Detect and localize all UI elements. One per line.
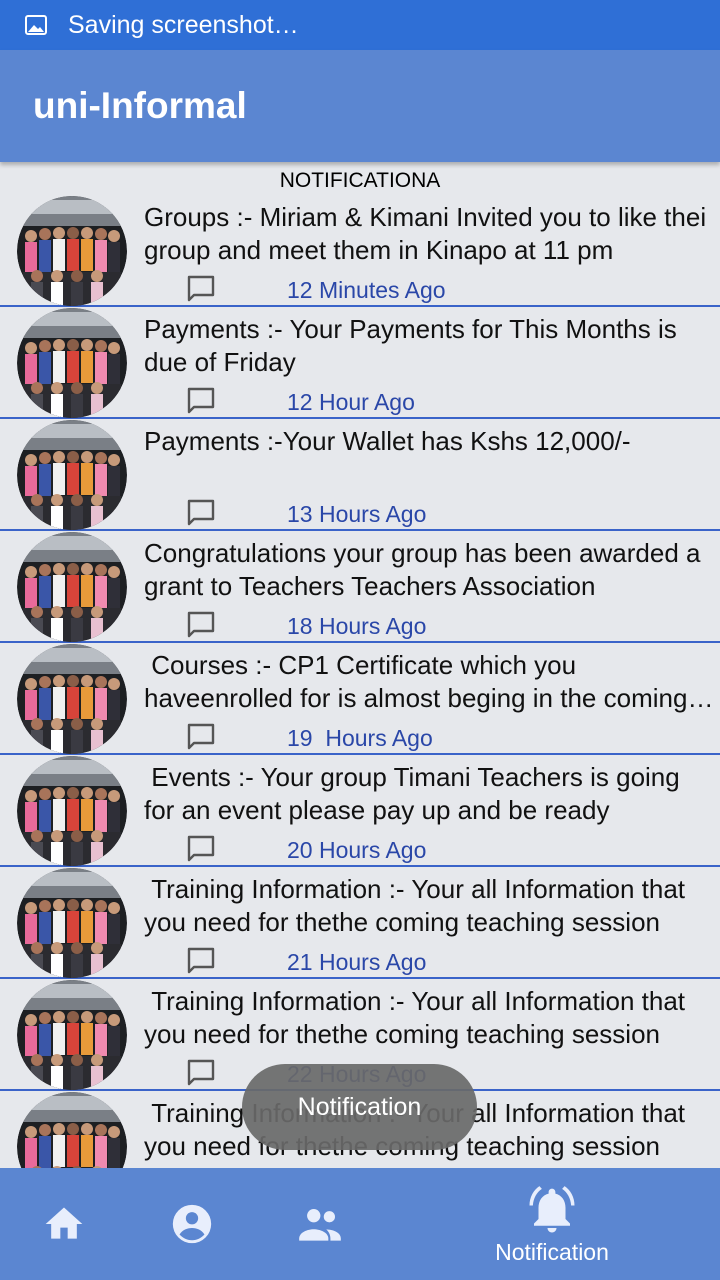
group-avatar [17, 420, 127, 530]
account-circle-icon [172, 1204, 212, 1244]
bell-icon [529, 1185, 575, 1232]
group-avatar [17, 1092, 127, 1168]
app-bar: uni-Informal [0, 50, 720, 162]
comment-icon[interactable] [186, 387, 216, 415]
group-avatar [17, 756, 127, 866]
comment-icon[interactable] [186, 835, 216, 863]
group-avatar [17, 196, 127, 306]
notification-time: 21 Hours Ago [287, 949, 427, 975]
notification-time: 13 Hours Ago [287, 501, 427, 527]
notification-text: Payments :- Your Payments for This Month… [144, 314, 684, 377]
comment-icon[interactable] [186, 1059, 216, 1087]
comment-icon[interactable] [186, 275, 216, 303]
image-icon [25, 15, 47, 35]
comment-icon[interactable] [186, 723, 216, 751]
notification-text: Training Information :- Your all Informa… [144, 986, 693, 1049]
comment-icon[interactable] [186, 611, 216, 639]
notification-time: 20 Hours Ago [287, 837, 427, 863]
nav-notification-button[interactable]: Notification [470, 1168, 634, 1280]
app-title: uni-Informal [33, 85, 247, 126]
notification-text: Training Information :- Your all Informa… [144, 874, 693, 937]
nav-notification-label: Notification [495, 1238, 609, 1265]
bottom-nav: Notification [0, 1168, 720, 1280]
group-avatar [17, 644, 127, 754]
group-avatar [17, 532, 127, 642]
notification-item[interactable]: Events :- Your group Timani Teachers is … [0, 755, 720, 867]
nav-profile-button[interactable] [152, 1168, 232, 1280]
notification-item[interactable]: Congratulations your group has been awar… [0, 531, 720, 643]
nav-groups-button[interactable] [280, 1168, 360, 1280]
status-bar: Saving screenshot… [0, 0, 720, 50]
nav-home-button[interactable] [24, 1168, 104, 1280]
home-icon [45, 1207, 83, 1239]
notification-text: Events :- Your group Timani Teachers is … [144, 762, 687, 825]
notification-text: Payments :-Your Wallet has Kshs 12,000/- [144, 426, 631, 456]
notification-list: Groups :- Miriam & Kimani Invited you to… [0, 195, 720, 1168]
notification-time: 19 Hours Ago [287, 725, 433, 751]
notification-item[interactable]: Training Information :- Your all Informa… [0, 867, 720, 979]
notification-item[interactable]: Payments :-Your Wallet has Kshs 12,000/-… [0, 419, 720, 531]
status-text: Saving screenshot… [68, 10, 299, 39]
comment-icon[interactable] [186, 947, 216, 975]
toast-message: Notification [242, 1064, 477, 1150]
people-icon [299, 1209, 341, 1241]
notification-time: 18 Hours Ago [287, 613, 427, 639]
notification-item[interactable]: Courses :- CP1 Certificate which you hav… [0, 643, 720, 755]
notification-text: Groups :- Miriam & Kimani Invited you to… [144, 202, 714, 265]
notification-item[interactable]: Payments :- Your Payments for This Month… [0, 307, 720, 419]
group-avatar [17, 308, 127, 418]
section-title: NOTIFICATIONA [279, 169, 441, 192]
notification-item[interactable]: Groups :- Miriam & Kimani Invited you to… [0, 195, 720, 307]
notification-time: 12 Minutes Ago [287, 277, 446, 303]
notification-text: Courses :- CP1 Certificate which you hav… [144, 650, 688, 713]
notification-time: 12 Hour Ago [287, 389, 415, 415]
notification-text: Congratulations your group has been awar… [144, 538, 708, 601]
group-avatar [17, 980, 127, 1090]
comment-icon[interactable] [186, 499, 216, 527]
group-avatar [17, 868, 127, 978]
